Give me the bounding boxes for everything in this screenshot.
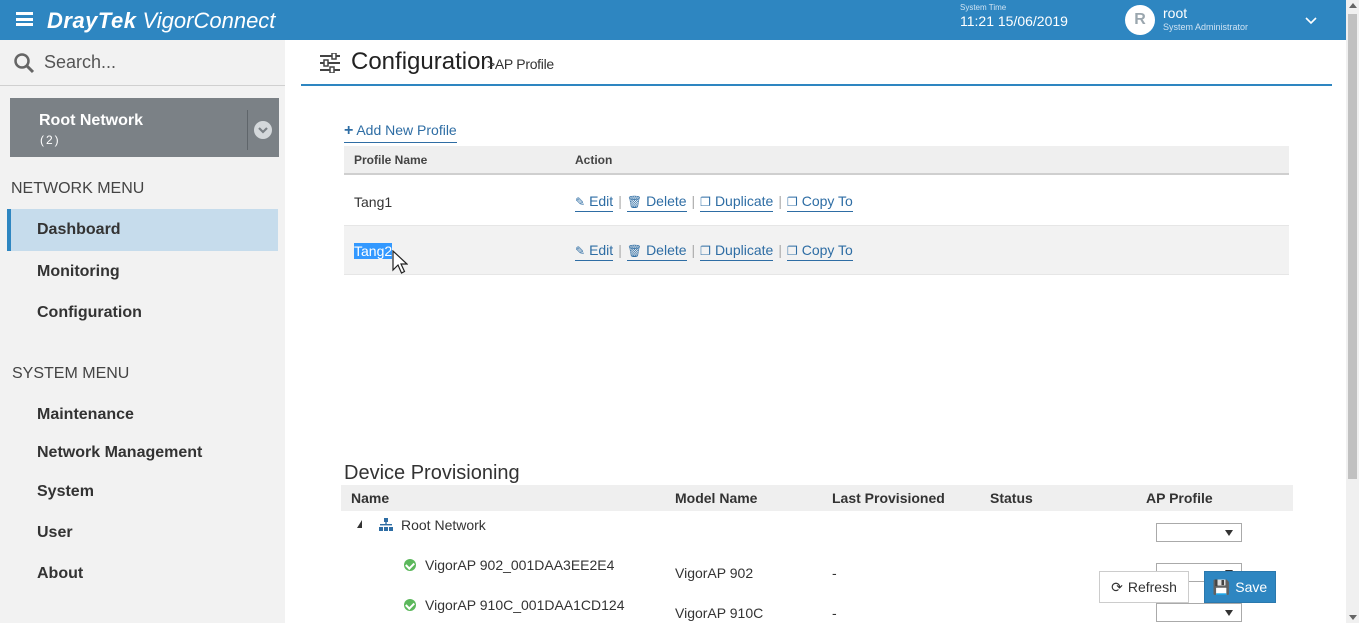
device-name[interactable]: VigorAP 910C_001DAA1CD124 [425, 597, 625, 613]
sidebar-item-user[interactable]: User [37, 524, 73, 542]
chevron-down-icon[interactable] [1305, 14, 1317, 26]
search-icon [14, 53, 35, 74]
trash-icon: 🗑 [626, 195, 643, 209]
copy-icon: ❐ [700, 244, 711, 258]
ap-profile-select[interactable] [1156, 603, 1242, 622]
device-model: VigorAP 910C [675, 605, 764, 621]
column-header-action: Action [575, 153, 613, 167]
sidebar-item-configuration[interactable]: Configuration [37, 304, 142, 322]
sidebar-item-maintenance[interactable]: Maintenance [37, 406, 134, 424]
hamburger-menu-icon[interactable] [16, 12, 33, 26]
system-menu-header: SYSTEM MENU [12, 365, 130, 382]
copy-icon: ❐ [786, 195, 798, 209]
device-last-provisioned: - [832, 605, 837, 621]
mouse-cursor-icon [392, 250, 408, 274]
row-actions: ✎ Edit | 🗑 Delete | ❐ Duplicate | ❐ Copy To [575, 193, 853, 212]
copy-icon: ❐ [700, 195, 711, 209]
user-name[interactable]: root [1163, 5, 1187, 21]
avatar[interactable]: R [1125, 5, 1155, 35]
column-header-name: Name [351, 490, 390, 506]
divider: | [691, 193, 696, 209]
scroll-down-icon[interactable] [1349, 615, 1357, 620]
divider [247, 110, 248, 150]
column-header-last-provisioned: Last Provisioned [832, 490, 945, 506]
copy-to-button[interactable]: ❐ Copy To [786, 242, 853, 261]
plus-icon: + [344, 122, 354, 139]
sidebar-item-dashboard[interactable]: Dashboard [37, 221, 121, 239]
search-bar [0, 40, 285, 86]
column-header-ap-profile: AP Profile [1146, 490, 1213, 506]
pencil-icon: ✎ [575, 244, 586, 258]
scroll-up-icon[interactable] [1349, 3, 1357, 8]
brand-logo: DrayTek VigorConnect [47, 8, 276, 33]
sidebar-item-monitoring[interactable]: Monitoring [37, 263, 120, 281]
chevron-down-circle-icon[interactable] [254, 121, 272, 139]
divider: | [618, 242, 622, 258]
duplicate-button[interactable]: ❐ Duplicate [700, 242, 774, 261]
profile-table-header: Profile Name Action [344, 146, 1289, 175]
save-button[interactable]: 💾 Save [1204, 571, 1276, 603]
edit-button[interactable]: ✎ Edit [575, 242, 614, 261]
system-time-label: System Time [960, 3, 1007, 12]
root-network-selector[interactable]: Root Network (2) [10, 98, 279, 157]
refresh-button[interactable]: ⟳ Refresh [1099, 571, 1189, 603]
network-menu-header: NETWORK MENU [11, 180, 145, 197]
sidebar: Root Network (2) NETWORK MENU Dashboard … [0, 40, 285, 623]
caret-down-icon [1225, 610, 1233, 616]
divider: | [778, 242, 782, 258]
device-last-provisioned: - [832, 565, 837, 581]
sidebar-item-system[interactable]: System [37, 483, 94, 501]
collapse-arrow-icon[interactable] [357, 520, 362, 528]
trash-icon: 🗑 [626, 244, 643, 258]
delete-button[interactable]: 🗑 Delete [626, 193, 687, 212]
page-title: Configuration [351, 48, 494, 75]
pencil-icon: ✎ [575, 195, 586, 209]
row-actions: ✎ Edit | 🗑 Delete | ❐ Duplicate | ❐ Copy To [575, 242, 853, 261]
column-header-model-name: Model Name [675, 490, 758, 506]
top-bar: DrayTek VigorConnect System Time 11:21 15… [0, 0, 1346, 40]
search-input[interactable] [44, 50, 274, 74]
duplicate-button[interactable]: ❐ Duplicate [700, 193, 774, 212]
device-provisioning-title: Device Provisioning [344, 462, 520, 484]
page-header: Configuration >AP Profile [301, 40, 1332, 86]
network-tree-icon [379, 518, 393, 531]
root-network-title: Root Network [39, 112, 143, 129]
sidebar-item-about[interactable]: About [37, 565, 83, 583]
floppy-disk-icon: 💾 [1212, 578, 1231, 595]
divider: | [691, 242, 696, 258]
vertical-scrollbar[interactable] [1346, 0, 1359, 623]
copy-icon: ❐ [786, 244, 798, 258]
chevron-down-icon [258, 127, 268, 134]
edit-button[interactable]: ✎ Edit [575, 193, 614, 212]
divider: | [778, 193, 782, 209]
caret-down-icon [1225, 530, 1233, 536]
profile-name[interactable]: Tang2 [354, 243, 393, 259]
check-circle-icon [404, 559, 416, 571]
device-model: VigorAP 902 [675, 565, 754, 581]
device-table-header: Name Model Name Last Provisioned Status … [341, 485, 1293, 511]
check-circle-icon [404, 599, 416, 611]
breadcrumb: >AP Profile [487, 56, 554, 72]
copy-to-button[interactable]: ❐ Copy To [786, 193, 853, 212]
root-network-count: (2) [40, 133, 61, 147]
profile-name[interactable]: Tang1 [354, 194, 392, 210]
main-content: Configuration >AP Profile + Add New Profi… [285, 40, 1346, 623]
sidebar-item-network-management[interactable]: Network Management [37, 444, 202, 462]
add-new-profile-link[interactable]: + Add New Profile [344, 122, 457, 143]
refresh-icon: ⟳ [1111, 578, 1123, 595]
column-header-profile-name: Profile Name [354, 153, 428, 167]
ap-profile-select[interactable] [1156, 523, 1242, 542]
system-time: 11:21 15/06/2019 [960, 13, 1068, 29]
delete-button[interactable]: 🗑 Delete [626, 242, 687, 261]
table-row: Tang2 ✎ Edit | 🗑 Delete | ❐ Duplicate | ❐ Copy To [344, 226, 1289, 275]
column-header-status: Status [990, 490, 1033, 506]
divider: | [618, 193, 622, 209]
table-row: Tang1 ✎ Edit | 🗑 Delete | ❐ Duplicate | ❐ Copy To [344, 177, 1289, 226]
user-role: System Administrator [1163, 22, 1249, 32]
sliders-icon [320, 53, 340, 73]
device-name[interactable]: VigorAP 902_001DAA3EE2E4 [425, 557, 614, 573]
root-network-node[interactable]: Root Network [401, 517, 486, 533]
scroll-thumb[interactable] [1348, 14, 1357, 479]
